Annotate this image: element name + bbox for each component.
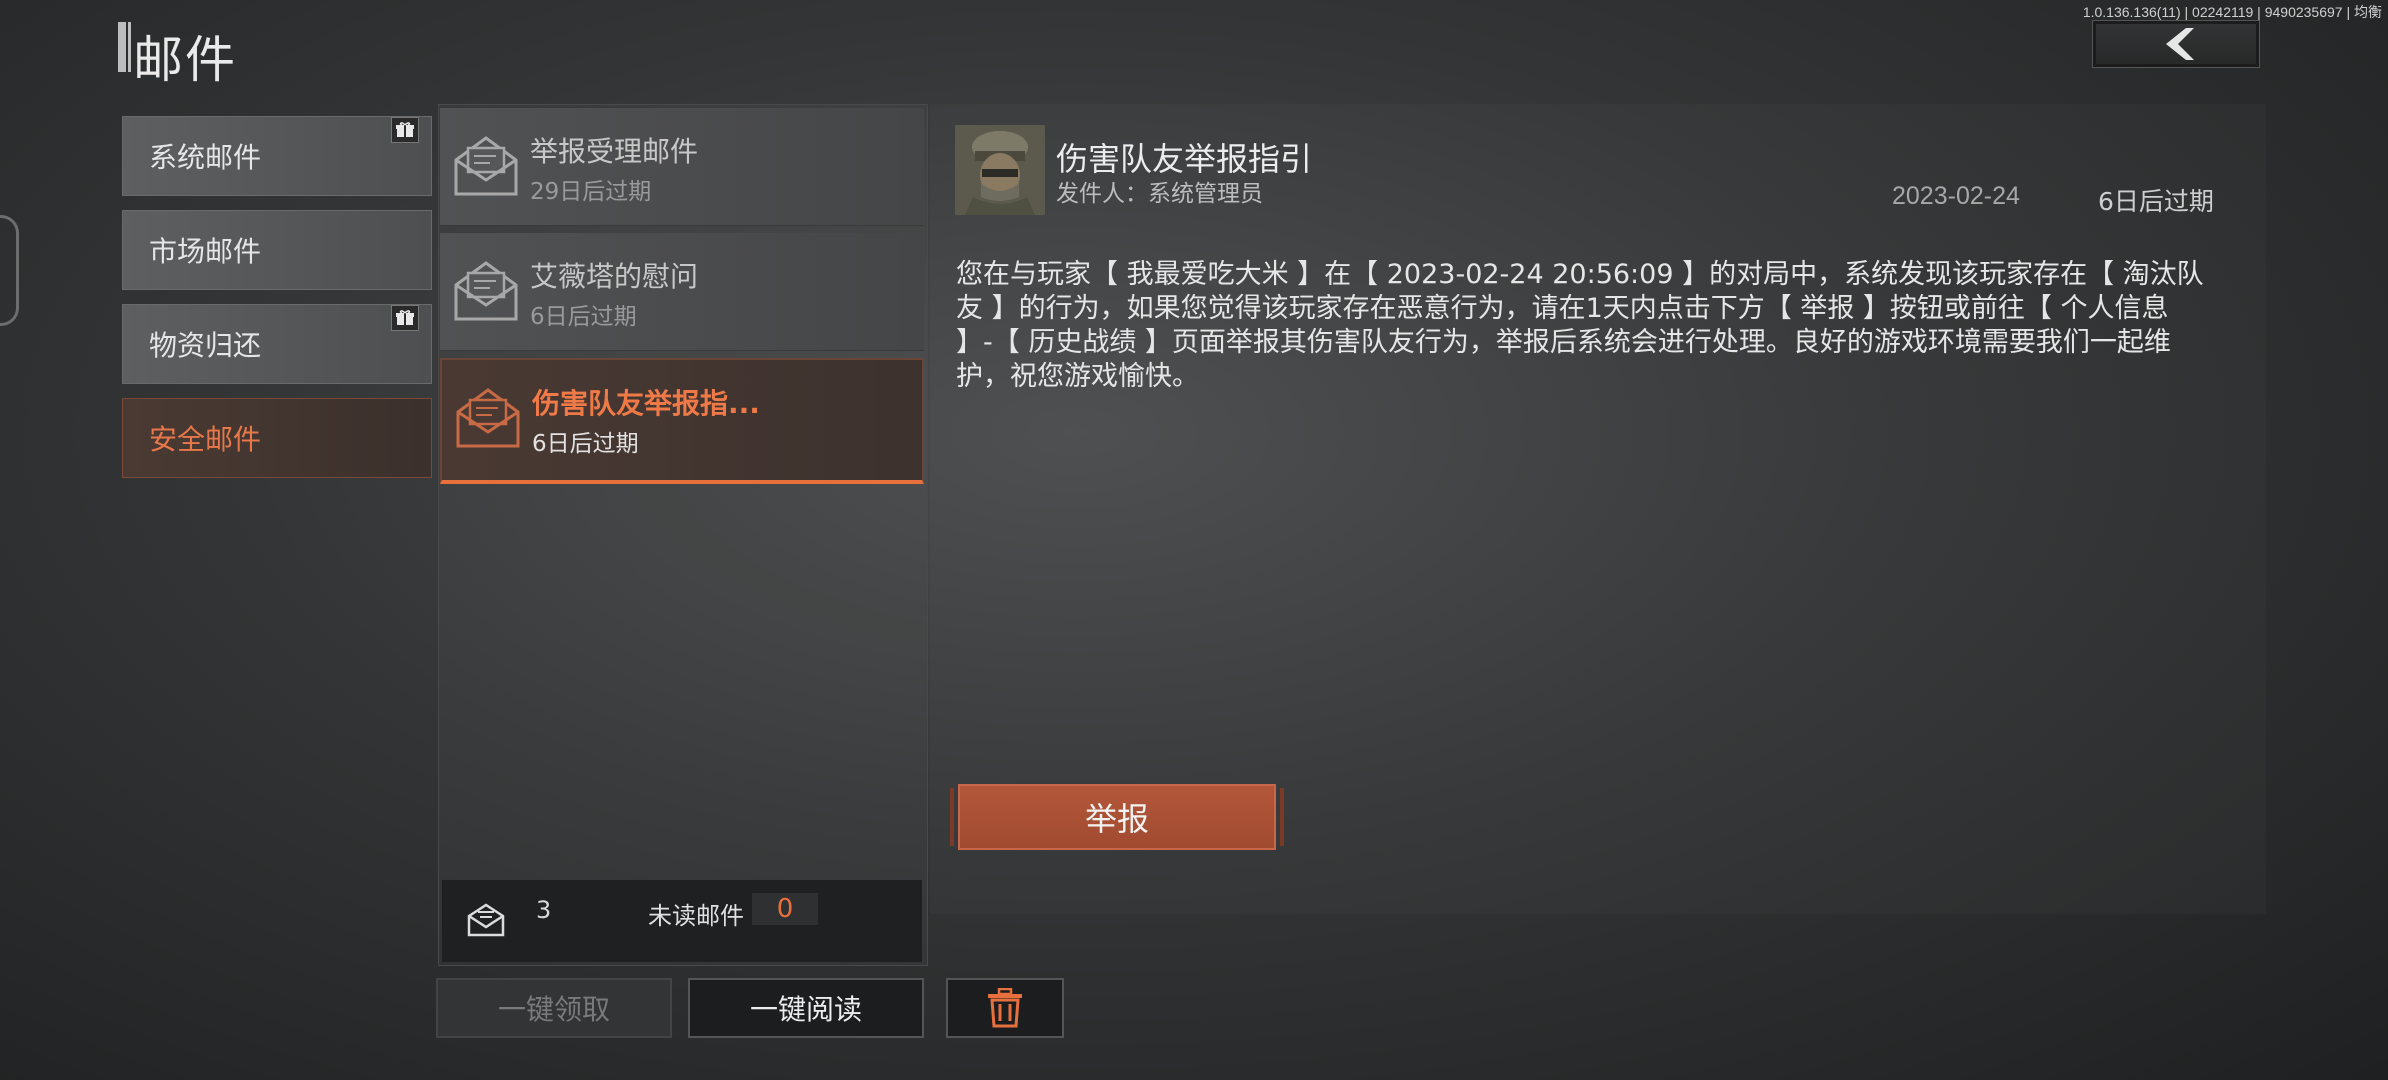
mail-title: 伤害队友举报指... <box>532 387 760 420</box>
mail-title: 举报受理邮件 <box>530 135 699 168</box>
category-market-mail[interactable]: 市场邮件 <box>122 210 432 290</box>
read-all-button[interactable]: 一键阅读 <box>688 978 924 1038</box>
mail-body: 您在与玩家【 我最爱吃大米 】在【 2023-02-24 20:56:09 】的… <box>956 259 2204 392</box>
unread-label: 未读邮件 <box>648 902 744 930</box>
version-info: 1.0.136.136(11) | 02242119 | 9490235697 … <box>2082 4 2382 20</box>
total-mail-count: 3 <box>536 896 552 924</box>
mail-stack-icon <box>467 903 505 937</box>
category-label: 市场邮件 <box>149 235 262 268</box>
category-supply-return[interactable]: 物资归还 <box>122 304 432 384</box>
mail-detail-expiry: 6日后过期 <box>2098 187 2214 216</box>
mail-item-selected[interactable]: 伤害队友举报指... 6日后过期 <box>440 358 924 484</box>
chevron-left-icon <box>2166 28 2194 60</box>
mail-expiry: 6日后过期 <box>532 431 639 457</box>
mail-expiry: 6日后过期 <box>530 304 637 330</box>
title-accent-bar <box>118 22 126 72</box>
category-label: 系统邮件 <box>149 141 262 174</box>
title-accent-bar-thin <box>128 22 131 72</box>
trash-icon <box>988 988 1022 1028</box>
page-title: 邮件 <box>133 31 237 89</box>
category-label: 安全邮件 <box>149 423 262 456</box>
mail-sender: 发件人：系统管理员 <box>1056 181 1263 207</box>
report-button[interactable]: 举报 <box>950 784 1284 850</box>
envelope-open-icon <box>454 136 518 196</box>
mail-expiry: 29日后过期 <box>530 179 652 205</box>
unread-count: 0 <box>752 893 818 925</box>
mail-date: 2023-02-24 <box>1892 182 2020 210</box>
mail-title: 艾薇塔的慰问 <box>530 260 699 293</box>
side-drawer-handle[interactable] <box>0 215 19 326</box>
sender-avatar <box>955 125 1045 215</box>
back-button[interactable] <box>2092 20 2260 68</box>
category-security-mail[interactable]: 安全邮件 <box>122 398 432 478</box>
delete-button[interactable] <box>946 978 1064 1038</box>
gift-icon <box>391 117 419 143</box>
gift-icon <box>391 305 419 331</box>
category-system-mail[interactable]: 系统邮件 <box>122 116 432 196</box>
claim-all-button[interactable]: 一键领取 <box>436 978 672 1038</box>
mail-item[interactable]: 举报受理邮件 29日后过期 <box>440 108 924 226</box>
mail-item[interactable]: 艾薇塔的慰问 6日后过期 <box>440 233 924 351</box>
envelope-open-icon <box>456 388 520 448</box>
envelope-open-icon <box>454 261 518 321</box>
category-label: 物资归还 <box>149 329 262 362</box>
